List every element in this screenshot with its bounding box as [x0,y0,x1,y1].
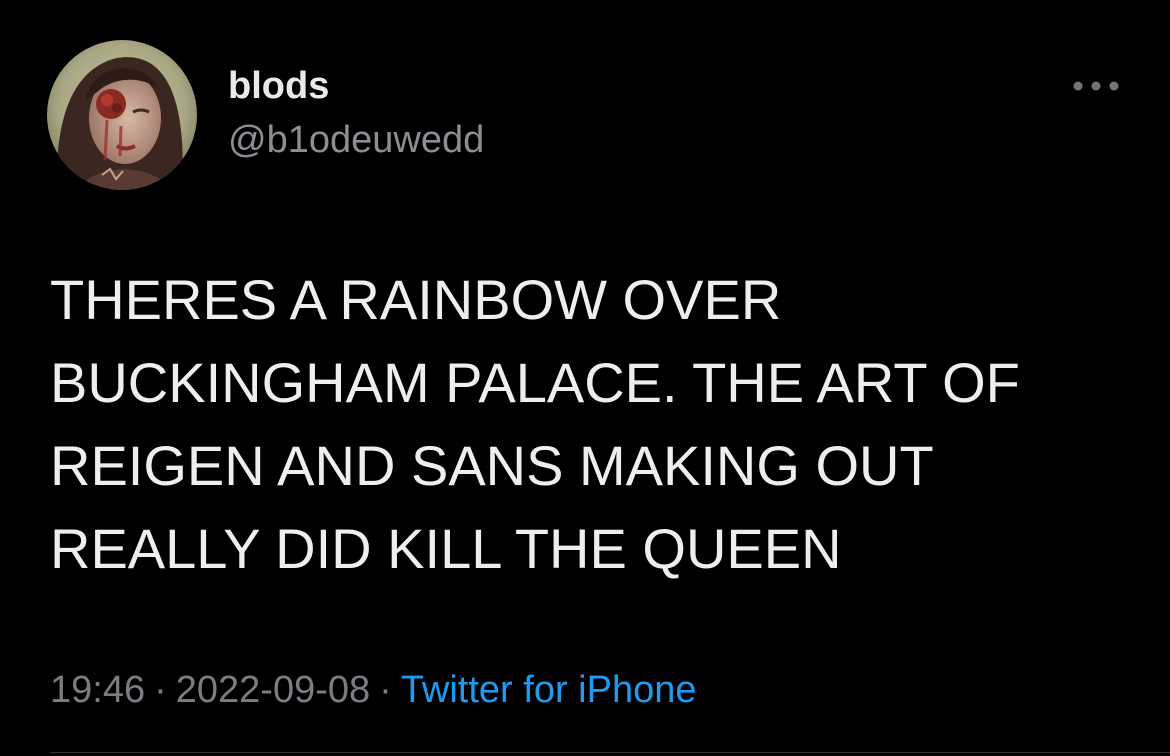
avatar[interactable] [47,40,197,190]
meta-separator: · [379,669,392,711]
author-handle[interactable]: @b1odeuwedd [228,116,484,164]
avatar-image [47,40,197,190]
tweet-detail: blods @b1odeuwedd THERES A RAINBOW OVER … [0,0,1170,756]
more-horizontal-icon [1073,81,1119,91]
divider [50,752,1170,753]
tweet-text: THERES A RAINBOW OVER BUCKINGHAM PALACE.… [50,268,1020,580]
author-display-name[interactable]: blods [228,62,329,110]
meta-separator: · [154,669,167,711]
tweet-date[interactable]: 2022-09-08 [176,669,370,711]
more-options-button[interactable] [1068,66,1124,106]
tweet-meta: 19:46 · 2022-09-08 · Twitter for iPhone [50,666,696,714]
tweet-source-link[interactable]: Twitter for iPhone [401,669,697,711]
tweet-time[interactable]: 19:46 [50,669,145,711]
